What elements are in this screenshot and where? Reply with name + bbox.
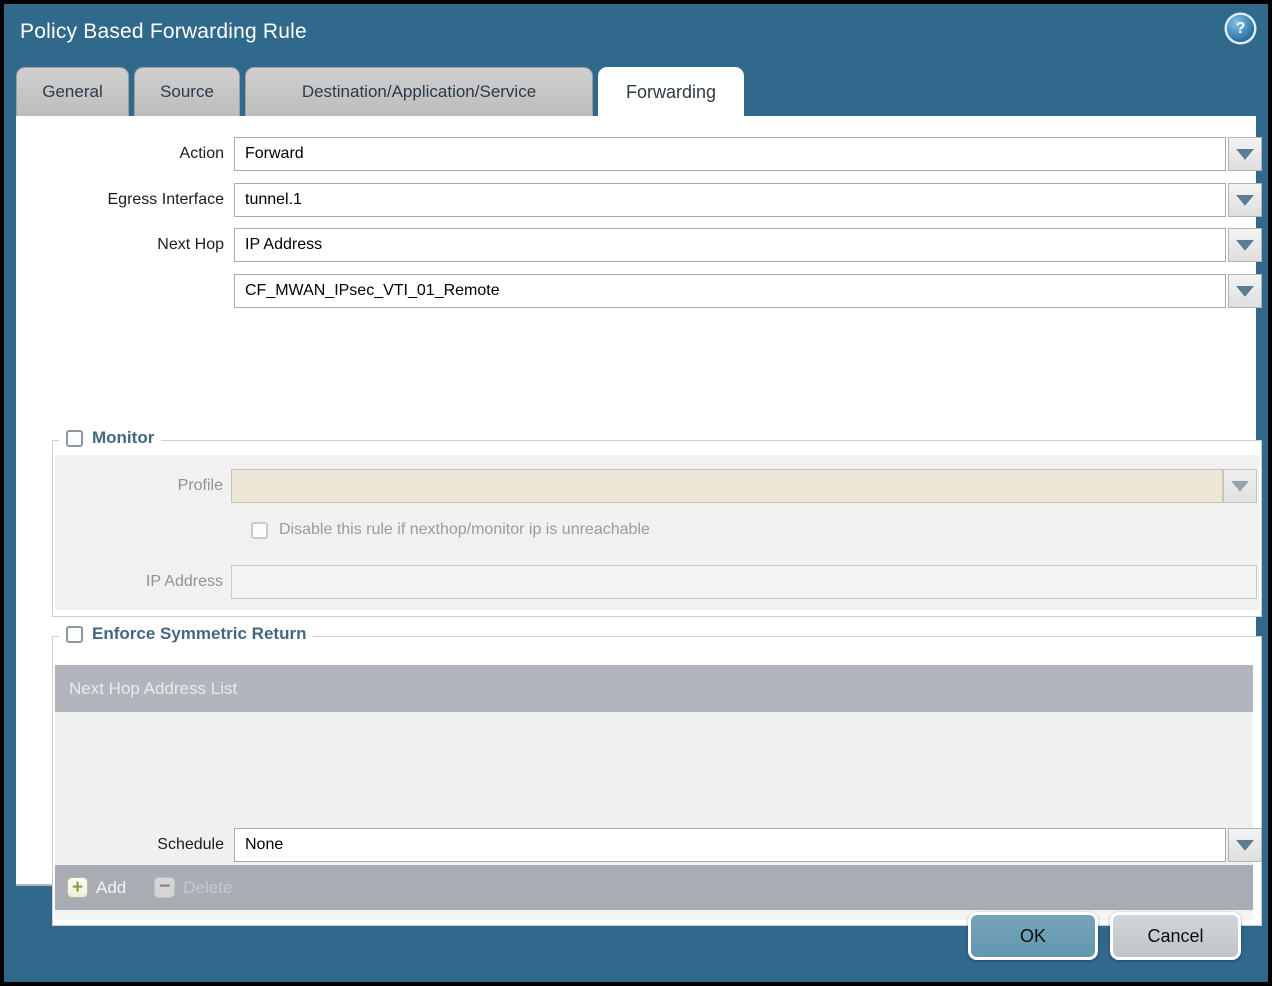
action-dropdown-button[interactable] <box>1228 137 1262 171</box>
egress-interface-row: Egress Interface tunnel.1 <box>16 183 1256 217</box>
minus-icon: − <box>154 877 175 898</box>
chevron-down-icon <box>1236 286 1254 297</box>
next-hop-row: Next Hop IP Address <box>16 228 1256 262</box>
monitor-legend: Monitor <box>59 428 161 448</box>
next-hop-dropdown-button[interactable] <box>1228 228 1262 262</box>
action-label: Action <box>16 145 224 163</box>
action-row: Action Forward <box>16 137 1256 171</box>
cancel-button[interactable]: Cancel <box>1110 912 1241 960</box>
profile-dropdown-button <box>1223 469 1257 503</box>
delete-button-label: Delete <box>183 878 232 898</box>
monitor-ip-address-row: IP Address <box>55 565 1259 599</box>
help-icon[interactable]: ? <box>1227 15 1254 42</box>
profile-row: Profile <box>55 469 1259 503</box>
plus-icon: + <box>67 877 88 898</box>
chevron-down-icon <box>1236 240 1254 251</box>
profile-select <box>231 469 1223 503</box>
next-hop-address-list-toolbar: + Add − Delete <box>55 865 1253 910</box>
disable-rule-checkbox <box>251 522 268 539</box>
policy-based-forwarding-dialog: Policy Based Forwarding Rule ? General S… <box>4 4 1268 982</box>
next-hop-address-select[interactable]: CF_MWAN_IPsec_VTI_01_Remote <box>234 274 1226 308</box>
disable-rule-label: Disable this rule if nexthop/monitor ip … <box>279 521 650 539</box>
chevron-down-icon <box>1231 481 1249 492</box>
next-hop-address-list-header: Next Hop Address List <box>55 665 1253 712</box>
add-button[interactable]: + Add <box>67 877 126 898</box>
question-mark-glyph: ? <box>1236 20 1246 38</box>
next-hop-value: IP Address <box>245 236 322 254</box>
enforce-symmetric-return-legend: Enforce Symmetric Return <box>59 624 313 644</box>
dialog-window: Policy Based Forwarding Rule ? General S… <box>0 0 1272 986</box>
action-select[interactable]: Forward <box>234 137 1226 171</box>
action-value: Forward <box>245 145 304 163</box>
disable-rule-row: Disable this rule if nexthop/monitor ip … <box>251 521 650 539</box>
enforce-symmetric-return-group: Enforce Symmetric Return Next Hop Addres… <box>52 636 1262 926</box>
monitor-ip-address-label: IP Address <box>55 573 223 591</box>
tab-bar: General Source Destination/Application/S… <box>16 67 744 116</box>
enforce-symmetric-return-legend-label: Enforce Symmetric Return <box>92 624 306 644</box>
egress-interface-label: Egress Interface <box>16 191 224 209</box>
delete-button: − Delete <box>154 877 232 898</box>
monitor-group: Monitor Profile Disable this r <box>52 440 1262 617</box>
chevron-down-icon <box>1236 840 1254 851</box>
schedule-label: Schedule <box>16 836 224 854</box>
next-hop-select[interactable]: IP Address <box>234 228 1226 262</box>
add-button-label: Add <box>96 878 126 898</box>
schedule-row: Schedule None <box>16 828 1256 862</box>
tab-forwarding[interactable]: Forwarding <box>598 67 744 116</box>
next-hop-address-row: CF_MWAN_IPsec_VTI_01_Remote <box>16 274 1256 308</box>
next-hop-address-dropdown-button[interactable] <box>1228 274 1262 308</box>
egress-interface-dropdown-button[interactable] <box>1228 183 1262 217</box>
monitor-ip-address-input <box>231 565 1257 599</box>
egress-interface-select[interactable]: tunnel.1 <box>234 183 1226 217</box>
tab-source[interactable]: Source <box>134 67 240 116</box>
next-hop-label: Next Hop <box>16 236 224 254</box>
next-hop-address-list-table: Next Hop Address List + Add − Delete <box>55 665 1253 920</box>
schedule-select[interactable]: None <box>234 828 1226 862</box>
tab-general[interactable]: General <box>16 67 129 116</box>
chevron-down-icon <box>1236 149 1254 160</box>
forwarding-tab-panel: Action Forward Egress Interface tunnel.1 <box>16 116 1256 886</box>
monitor-panel: Profile Disable this rule if nexthop/mon… <box>55 455 1259 610</box>
monitor-checkbox[interactable] <box>66 430 83 447</box>
next-hop-address-value: CF_MWAN_IPsec_VTI_01_Remote <box>245 282 500 300</box>
enforce-symmetric-return-checkbox[interactable] <box>66 626 83 643</box>
schedule-dropdown-button[interactable] <box>1228 828 1262 862</box>
profile-label: Profile <box>55 477 223 495</box>
tab-destination-application-service[interactable]: Destination/Application/Service <box>245 67 593 116</box>
monitor-legend-label: Monitor <box>92 428 154 448</box>
egress-interface-value: tunnel.1 <box>245 191 302 209</box>
schedule-value: None <box>245 836 283 854</box>
dialog-title: Policy Based Forwarding Rule <box>20 20 307 44</box>
chevron-down-icon <box>1236 195 1254 206</box>
ok-button[interactable]: OK <box>968 912 1098 960</box>
